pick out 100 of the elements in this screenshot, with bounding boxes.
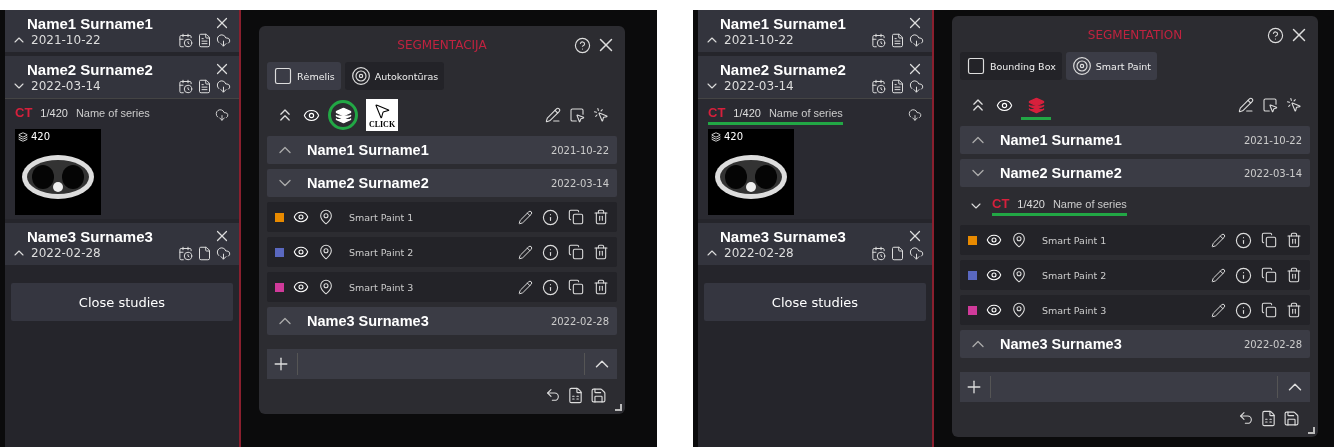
pencil-icon[interactable] — [1211, 267, 1226, 283]
name-field[interactable] — [297, 353, 585, 375]
trash-icon[interactable] — [1286, 302, 1302, 318]
name-field[interactable] — [990, 376, 1278, 398]
calendar-icon[interactable] — [871, 78, 886, 94]
series-label[interactable]: CT 1/420 Name of series — [992, 196, 1127, 216]
download-icon[interactable] — [216, 32, 231, 48]
eye-icon[interactable] — [293, 279, 309, 295]
trash-icon[interactable] — [1286, 232, 1302, 248]
download-icon[interactable] — [216, 245, 231, 261]
info-icon[interactable] — [542, 208, 559, 226]
csv-file-icon[interactable] — [567, 387, 584, 404]
pin-icon[interactable] — [1011, 232, 1027, 248]
resize-handle[interactable] — [615, 404, 622, 411]
document-icon[interactable] — [890, 78, 905, 94]
help-icon[interactable] — [574, 36, 591, 54]
copy-icon[interactable] — [1261, 302, 1277, 318]
undo-icon[interactable] — [1238, 410, 1254, 426]
pencil-icon[interactable] — [518, 279, 533, 295]
tool-tab[interactable]: Autokontūras — [344, 62, 445, 90]
eye-icon[interactable] — [986, 302, 1002, 318]
pencil-icon[interactable] — [518, 244, 533, 260]
study-card[interactable]: Name3 Surname3 2022-02-28 — [698, 223, 932, 265]
eye-icon[interactable] — [986, 232, 1002, 248]
study-card[interactable]: Name3 Surname3 2022-02-28 — [5, 223, 239, 265]
pin-icon[interactable] — [318, 209, 334, 225]
blank-document-icon[interactable] — [890, 245, 905, 261]
copy-icon[interactable] — [1261, 267, 1277, 283]
pin-icon[interactable] — [1011, 267, 1027, 283]
undo-icon[interactable] — [545, 387, 561, 403]
pin-icon[interactable] — [318, 244, 334, 260]
tool-tab[interactable]: Smart Paint — [1065, 52, 1158, 80]
segment-row[interactable]: Smart Paint 3 — [267, 272, 617, 302]
help-icon[interactable] — [1267, 26, 1284, 44]
trash-icon[interactable] — [1286, 267, 1302, 283]
calendar-icon[interactable] — [178, 32, 193, 48]
pin-icon[interactable] — [318, 279, 334, 295]
document-icon[interactable] — [890, 32, 905, 48]
layers-toggle[interactable] — [328, 100, 358, 130]
pencil-icon[interactable] — [1211, 232, 1226, 248]
pointer-pen-icon[interactable] — [1238, 97, 1254, 113]
calendar-icon[interactable] — [871, 245, 886, 261]
eye-icon[interactable] — [986, 267, 1002, 283]
copy-icon[interactable] — [568, 244, 584, 260]
close-studies-button[interactable]: Close studies — [11, 283, 233, 321]
scan-thumbnail[interactable]: 420 — [15, 129, 101, 215]
info-icon[interactable] — [1235, 266, 1252, 284]
document-icon[interactable] — [197, 32, 212, 48]
trash-icon[interactable] — [593, 209, 609, 225]
save-icon[interactable] — [590, 387, 607, 404]
download-icon[interactable] — [909, 78, 924, 94]
trash-icon[interactable] — [593, 279, 609, 295]
download-icon[interactable] — [909, 245, 924, 261]
info-icon[interactable] — [542, 243, 559, 261]
segment-row[interactable]: Smart Paint 1 — [267, 202, 617, 232]
tool-tab[interactable]: Bounding Box — [960, 52, 1062, 80]
copy-icon[interactable] — [568, 209, 584, 225]
study-header[interactable]: Name1 Surname1 2021-10-22 — [960, 126, 1310, 154]
save-icon[interactable] — [1283, 410, 1300, 427]
tool-tab[interactable]: Rėmelis — [267, 62, 341, 90]
download-icon[interactable] — [909, 32, 924, 48]
segment-row[interactable]: Smart Paint 3 — [960, 295, 1310, 325]
copy-icon[interactable] — [568, 279, 584, 295]
study-header[interactable]: Name3 Surname3 2022-02-28 — [267, 307, 617, 335]
trash-icon[interactable] — [593, 244, 609, 260]
segment-row[interactable]: Smart Paint 1 — [960, 225, 1310, 255]
segment-row[interactable]: Smart Paint 2 — [267, 237, 617, 267]
download-icon[interactable] — [908, 108, 922, 122]
pointer-pen-icon[interactable] — [545, 107, 561, 123]
calendar-icon[interactable] — [871, 32, 886, 48]
close-studies-button[interactable]: Close studies — [704, 283, 926, 321]
study-card[interactable]: Name1 Surname1 2021-10-22 — [698, 10, 932, 52]
eye-icon[interactable] — [293, 244, 309, 260]
study-card[interactable]: Name2 Surname2 2022-03-14 — [5, 56, 239, 98]
scan-thumbnail[interactable]: 420 — [708, 129, 794, 215]
resize-handle[interactable] — [1308, 427, 1315, 434]
series-label[interactable]: CT 1/420 Name of series — [708, 105, 843, 125]
pointer-copy-icon[interactable] — [1262, 97, 1278, 113]
pin-icon[interactable] — [1011, 302, 1027, 318]
segment-row[interactable]: Smart Paint 2 — [960, 260, 1310, 290]
eye-icon[interactable] — [293, 209, 309, 225]
study-header[interactable]: Name2 Surname2 2022-03-14 — [960, 159, 1310, 187]
download-icon[interactable] — [215, 108, 229, 122]
pointer-copy-icon[interactable] — [569, 107, 585, 123]
study-header[interactable]: Name3 Surname3 2022-02-28 — [960, 330, 1310, 358]
calendar-icon[interactable] — [178, 245, 193, 261]
info-icon[interactable] — [1235, 231, 1252, 249]
blank-document-icon[interactable] — [197, 245, 212, 261]
info-icon[interactable] — [1235, 301, 1252, 319]
calendar-icon[interactable] — [178, 78, 193, 94]
study-header[interactable]: Name2 Surname2 2022-03-14 — [267, 169, 617, 197]
copy-icon[interactable] — [1261, 232, 1277, 248]
series-label[interactable]: CT 1/420 Name of series — [15, 105, 150, 125]
study-card[interactable]: Name1 Surname1 2021-10-22 — [5, 10, 239, 52]
study-card[interactable]: Name2 Surname2 2022-03-14 — [698, 56, 932, 98]
info-icon[interactable] — [542, 278, 559, 296]
csv-file-icon[interactable] — [1260, 410, 1277, 427]
study-header[interactable]: Name1 Surname1 2021-10-22 — [267, 136, 617, 164]
pencil-icon[interactable] — [518, 209, 533, 225]
pencil-icon[interactable] — [1211, 302, 1226, 318]
